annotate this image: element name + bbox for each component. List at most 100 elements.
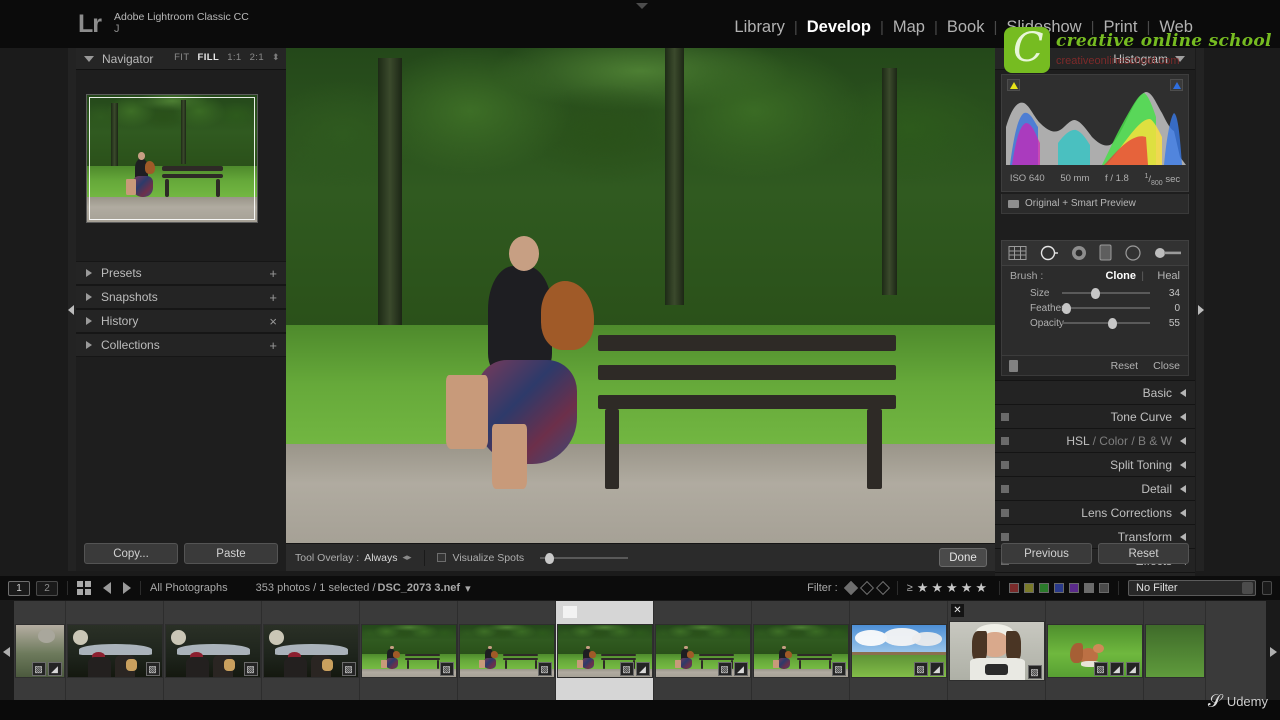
clone-mode-button[interactable]: Clone bbox=[1105, 270, 1136, 282]
slider-knob[interactable] bbox=[1090, 288, 1100, 299]
section-action-icon[interactable]: × bbox=[269, 314, 277, 329]
slider-value[interactable]: 55 bbox=[1169, 318, 1180, 329]
filmstrip-thumbnail[interactable]: ▧ ✕ bbox=[948, 601, 1046, 700]
color-label-filter-3[interactable] bbox=[1039, 583, 1049, 593]
tool-overlay-value[interactable]: Always bbox=[364, 552, 397, 564]
filmstrip-thumbnail[interactable]: ▧ bbox=[458, 601, 556, 700]
filmstrip-thumbnail[interactable]: ▧ bbox=[66, 601, 164, 700]
filmstrip-thumbnail[interactable]: ▧ bbox=[752, 601, 850, 700]
develop-section-detail[interactable]: Detail bbox=[995, 476, 1195, 500]
section-enable-switch[interactable] bbox=[1001, 460, 1009, 469]
develop-section-hsl-color-b-w[interactable]: HSL / Color / B & W bbox=[995, 428, 1195, 452]
heal-mode-button[interactable]: Heal bbox=[1157, 270, 1180, 282]
color-label-filter-7[interactable] bbox=[1099, 583, 1109, 593]
source-label[interactable]: All Photographs bbox=[150, 582, 228, 594]
next-photo-arrow-icon[interactable] bbox=[123, 582, 131, 594]
navigator-zoom-fill[interactable]: FILL bbox=[198, 52, 220, 63]
thumbnail-badge-crop-icon[interactable]: ▧ bbox=[717, 662, 732, 676]
screen-2-button[interactable]: 2 bbox=[36, 580, 58, 596]
graduated-filter-icon[interactable] bbox=[1099, 244, 1113, 262]
thumbnail-badge-settings-icon[interactable]: ◢ bbox=[733, 662, 748, 676]
filmstrip-thumbnail[interactable] bbox=[1144, 601, 1206, 700]
thumbnail-badge-crop-icon[interactable]: ▧ bbox=[831, 662, 846, 676]
filmstrip-right-edge[interactable] bbox=[1266, 601, 1280, 700]
section-enable-switch[interactable] bbox=[1001, 508, 1009, 517]
histogram[interactable]: ISO 640 50 mm f / 1.8 1/800 sec bbox=[1001, 74, 1189, 192]
spot-reset-button[interactable]: Reset bbox=[1111, 360, 1138, 372]
thumbnail-badge-crop-icon[interactable]: ▧ bbox=[913, 662, 928, 676]
star-4-icon[interactable]: ★ bbox=[961, 580, 973, 595]
thumbnail-badge-crop-icon[interactable]: ▧ bbox=[619, 662, 634, 676]
thumbnail-rejected-flag-icon[interactable]: ✕ bbox=[951, 604, 964, 617]
filter-preset-dropdown[interactable]: No Filter bbox=[1128, 580, 1256, 596]
visualize-spots-checkbox[interactable] bbox=[436, 553, 446, 562]
color-label-filter-5[interactable] bbox=[1069, 583, 1079, 593]
screen-1-button[interactable]: 1 bbox=[8, 580, 30, 596]
thumbnail-badge-settings-icon[interactable]: ◢ bbox=[47, 662, 62, 676]
navigator-zoom-1-1[interactable]: 1:1 bbox=[227, 52, 241, 63]
navigator-zoom-fit[interactable]: FIT bbox=[174, 52, 189, 63]
filmstrip-thumbnail[interactable]: ▧ bbox=[164, 601, 262, 700]
section-enable-switch[interactable] bbox=[1001, 436, 1009, 445]
flag-unflagged-icon[interactable] bbox=[859, 580, 874, 596]
slider-knob[interactable] bbox=[545, 552, 555, 564]
slider-value[interactable]: 0 bbox=[1174, 303, 1180, 314]
section-action-icon[interactable]: + bbox=[269, 290, 277, 305]
color-label-filter-2[interactable] bbox=[1024, 583, 1034, 593]
thumbnail-badge-crop-icon[interactable]: ▧ bbox=[243, 662, 258, 676]
section-enable-switch[interactable] bbox=[1001, 412, 1009, 421]
right-panel-collapse-handle[interactable] bbox=[1196, 48, 1204, 571]
flag-picked-icon[interactable] bbox=[843, 580, 858, 596]
filmstrip-thumbnail[interactable]: ▧ bbox=[262, 601, 360, 700]
left-section-presets[interactable]: Presets + bbox=[76, 261, 286, 285]
thumbnail-badge-crop-icon[interactable]: ▧ bbox=[1093, 662, 1108, 676]
develop-section-tone-curve[interactable]: Tone Curve bbox=[995, 404, 1195, 428]
rating-operator[interactable]: ≥ bbox=[907, 582, 913, 594]
red-eye-correction-icon[interactable] bbox=[1070, 244, 1088, 262]
adjustment-brush-icon[interactable] bbox=[1153, 246, 1183, 260]
thumbnail-badge-settings-icon[interactable]: ◢ bbox=[1109, 662, 1124, 676]
previous-button[interactable]: Previous bbox=[1001, 543, 1092, 564]
flag-rejected-icon[interactable] bbox=[875, 580, 890, 596]
module-tab-print[interactable]: Print bbox=[1095, 18, 1147, 37]
thumbnail-badge-crop-icon[interactable]: ▧ bbox=[537, 662, 552, 676]
filmstrip-thumbnail[interactable]: ◢ ◢ ▧ bbox=[1046, 601, 1144, 700]
tool-overlay-stepper-icon[interactable]: ◂▸ bbox=[402, 552, 411, 563]
left-section-history[interactable]: History × bbox=[76, 309, 286, 333]
spot-removal-icon[interactable] bbox=[1039, 244, 1059, 262]
filmstrip[interactable]: ◢ ▧ ▧ ▧ ▧ ▧ ▧ ◢ ▧ ◢ ▧ ▧ ◢ ▧ ▧ ✕ ◢ ◢ ▧ bbox=[0, 600, 1280, 700]
thumbnail-badge-crop-icon[interactable]: ▧ bbox=[145, 662, 160, 676]
left-panel-collapse-handle[interactable] bbox=[68, 48, 76, 571]
navigator-header[interactable]: Navigator FIT FILL 1:1 2:1 ⬍ bbox=[76, 48, 286, 70]
develop-section-basic[interactable]: Basic bbox=[995, 380, 1195, 404]
slider-opacity[interactable]: Opacity 55 bbox=[1002, 316, 1188, 331]
section-action-icon[interactable]: + bbox=[269, 266, 277, 281]
module-tab-web[interactable]: Web bbox=[1150, 18, 1202, 37]
module-tab-book[interactable]: Book bbox=[938, 18, 994, 37]
section-enable-switch[interactable] bbox=[1001, 484, 1009, 493]
thumbnail-badge-crop-icon[interactable]: ▧ bbox=[439, 662, 454, 676]
spot-close-button[interactable]: Close bbox=[1153, 360, 1180, 372]
thumbnail-badge-crop-icon[interactable]: ▧ bbox=[1027, 665, 1042, 679]
paste-button[interactable]: Paste bbox=[184, 543, 278, 564]
star-2-icon[interactable]: ★ bbox=[931, 580, 943, 595]
module-tab-slideshow[interactable]: Slideshow bbox=[997, 18, 1090, 37]
module-tab-library[interactable]: Library bbox=[725, 18, 793, 37]
thumbnail-badge-crop-icon[interactable]: ▧ bbox=[341, 662, 356, 676]
filmstrip-thumbnail[interactable]: ▧ bbox=[360, 601, 458, 700]
reset-button[interactable]: Reset bbox=[1098, 543, 1189, 564]
filename-dropdown-icon[interactable]: ▾ bbox=[465, 582, 471, 595]
filter-toggle-switch[interactable] bbox=[1262, 581, 1272, 595]
module-tab-map[interactable]: Map bbox=[884, 18, 934, 37]
top-panel-toggle-arrow[interactable] bbox=[636, 3, 648, 9]
color-label-filter-4[interactable] bbox=[1054, 583, 1064, 593]
module-tab-develop[interactable]: Develop bbox=[798, 18, 880, 37]
slider-value[interactable]: 34 bbox=[1169, 288, 1180, 299]
slider-knob[interactable] bbox=[1062, 303, 1071, 314]
image-preview-area[interactable] bbox=[286, 48, 995, 543]
current-filename[interactable]: DSC_2073 3.nef bbox=[378, 582, 461, 594]
crop-overlay-icon[interactable] bbox=[1008, 245, 1028, 261]
filmstrip-left-edge[interactable] bbox=[0, 601, 14, 700]
grid-view-icon[interactable] bbox=[77, 581, 91, 595]
filmstrip-thumbnail[interactable]: ◢ ▧ bbox=[850, 601, 948, 700]
